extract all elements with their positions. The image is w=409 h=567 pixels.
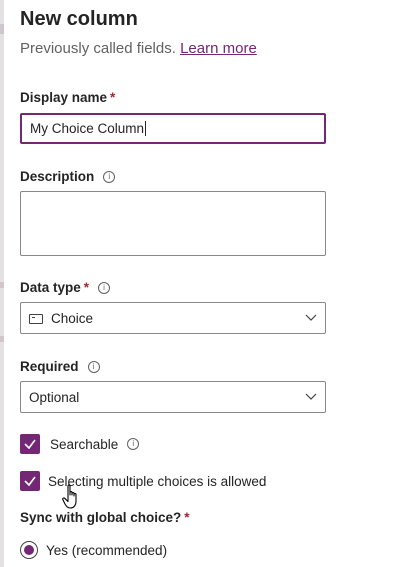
checkmark-icon [24,439,36,450]
sync-yes-label: Yes (recommended) [46,542,168,558]
data-type-dropdown[interactable]: Choice [20,302,326,334]
chevron-down-icon [305,393,317,400]
multiple-choices-checkbox-row[interactable]: Selecting multiple choices is allowed [20,471,266,491]
description-label: Description i [20,169,116,184]
sync-global-choice-label: Sync with global choice? * [20,510,190,525]
display-name-value: My Choice Column [30,121,145,136]
hand-pointer-icon [62,484,77,509]
searchable-checkbox[interactable] [20,434,40,454]
panel-title: New column [20,8,138,30]
info-icon[interactable]: i [103,170,116,183]
searchable-label: Searchable [50,436,119,452]
learn-more-link[interactable]: Learn more [180,40,257,57]
required-asterisk: * [184,510,190,525]
data-type-value: Choice [51,311,94,326]
subtitle-text: Previously called fields. [20,40,176,57]
multiple-choices-checkbox[interactable] [20,471,40,491]
required-asterisk: * [110,90,116,105]
display-name-input[interactable]: My Choice Column [20,113,326,144]
required-value: Optional [29,390,80,405]
chevron-down-icon [305,314,317,321]
checkmark-icon [24,476,36,487]
required-asterisk: * [83,280,90,295]
description-textarea[interactable] [20,191,326,256]
searchable-checkbox-row[interactable]: Searchable i [20,434,140,454]
sync-yes-radio[interactable] [20,541,38,559]
data-type-label: Data type * i [20,280,111,295]
info-icon[interactable]: i [127,438,140,450]
info-icon[interactable]: i [98,281,111,294]
choice-icon [29,313,43,324]
required-dropdown[interactable]: Optional [20,381,326,413]
panel-subtitle: Previously called fields. Learn more [20,40,257,57]
sync-yes-radio-row[interactable]: Yes (recommended) [20,541,167,559]
display-name-label: Display name * [20,90,116,105]
new-column-panel: New column Previously called fields. Lea… [0,0,409,567]
required-label: Required i [20,359,100,374]
text-caret [145,121,147,136]
info-icon[interactable]: i [87,360,100,373]
